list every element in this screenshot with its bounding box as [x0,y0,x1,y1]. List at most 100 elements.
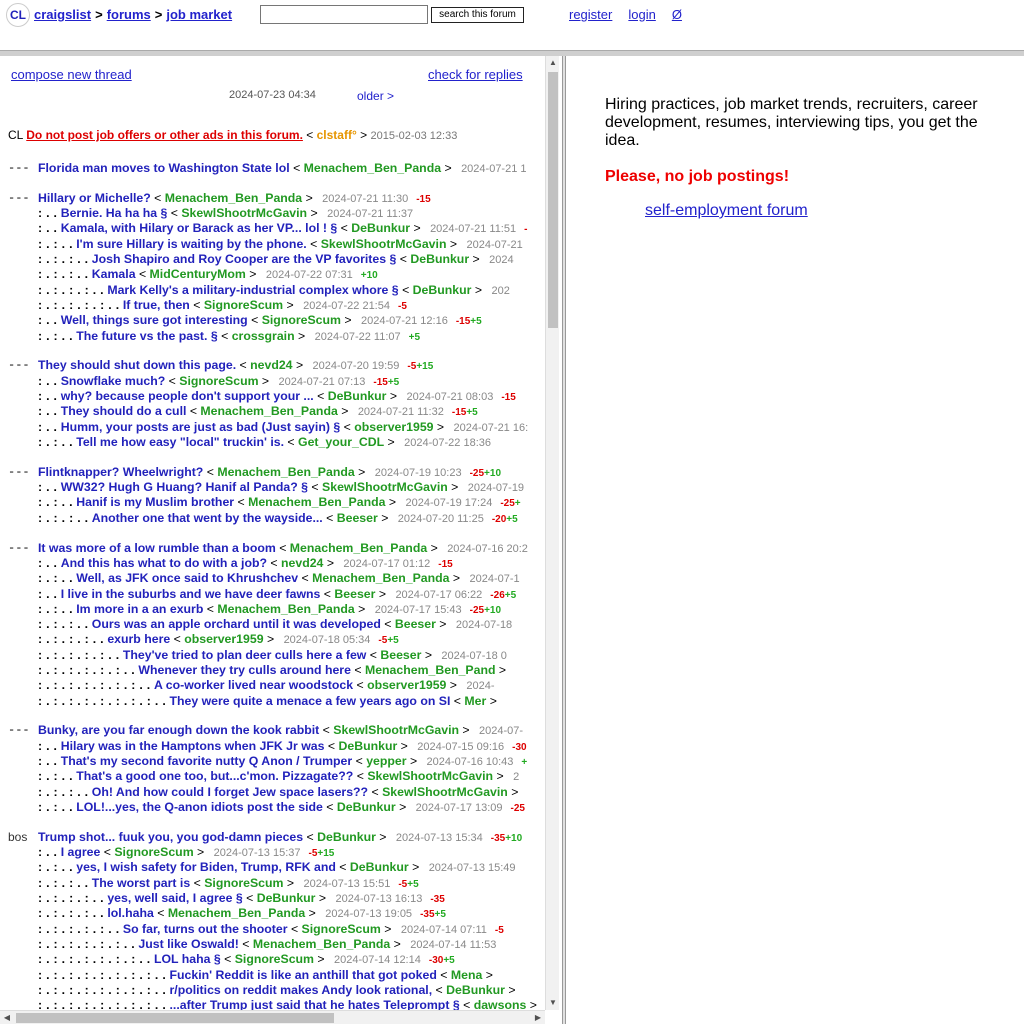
login-link[interactable]: login [628,7,655,22]
post-username[interactable]: Get_your_CDL [298,435,384,449]
post-username[interactable]: DeBunkur [350,860,409,874]
post-username[interactable]: dawsons [474,998,527,1010]
post-username[interactable]: SignoreScum [204,298,283,312]
post-username[interactable]: DeBunkur [410,252,469,266]
post-username[interactable]: Menachem_Ben_Panda [217,602,354,616]
post-username[interactable]: MidCenturyMom [150,267,246,281]
post-title-link[interactable]: They were quite a menace a few years ago… [170,694,451,708]
post-username[interactable]: Menachem_Ben_Panda [253,937,390,951]
post-title-link[interactable]: That's my second favorite nutty Q Anon /… [61,754,353,768]
post-username[interactable]: DeBunkur [257,891,316,905]
post-title-link[interactable]: Tell me how easy "local" truckin' is. [76,435,284,449]
post-username[interactable]: Mer [464,694,486,708]
post-title-link[interactable]: LOL!...yes, the Q-anon idiots post the s… [76,800,323,814]
post-username[interactable]: Menachem_Ben_Panda [168,906,305,920]
post-title-link[interactable]: Florida man moves to Washington State lo… [38,161,290,175]
post-username[interactable]: observer1959 [354,420,433,434]
post-title-link[interactable]: Another one that went by the wayside... [92,511,323,525]
search-input[interactable] [260,5,428,24]
post-title-link[interactable]: Hillary or Michelle? [38,191,151,205]
scroll-down-icon[interactable]: ▼ [546,996,560,1010]
post-username[interactable]: SignoreScum [204,876,283,890]
post-username[interactable]: DeBunkur [338,739,397,753]
post-title-link[interactable]: Just like Oswald! [138,937,238,951]
post-username[interactable]: SkewlShootrMcGavin [181,206,307,220]
post-title-link[interactable]: Oh! And how could I forget Jew space las… [92,785,368,799]
post-title-link[interactable]: exurb here [107,632,170,646]
post-title-link[interactable]: Josh Shapiro and Roy Cooper are the VP f… [92,252,397,266]
post-username[interactable]: SignoreScum [262,313,341,327]
post-username[interactable]: observer1959 [184,632,263,646]
post-username[interactable]: yepper [366,754,406,768]
post-title-link[interactable]: It was more of a low rumble than a boom [38,541,276,555]
post-title-link[interactable]: Fuckin' Reddit is like an anthill that g… [170,968,437,982]
post-title-link[interactable]: And this has what to do with a job? [61,556,267,570]
post-username[interactable]: SkewlShootrMcGavin [321,237,447,251]
post-title-link[interactable]: Im more in a an exurb [76,602,203,616]
post-title-link[interactable]: Bunky, are you far enough down the kook … [38,723,319,737]
scroll-up-icon[interactable]: ▲ [546,56,560,70]
vertical-scrollbar[interactable]: ▲ ▼ [545,56,559,1010]
post-title-link[interactable]: LOL haha § [154,952,221,966]
post-title-link[interactable]: A co-worker lived near woodstock [154,678,353,692]
scroll-left-icon[interactable]: ◀ [0,1011,14,1024]
post-username[interactable]: SignoreScum [302,922,381,936]
post-username[interactable]: Menachem_Ben_Panda [312,571,449,585]
post-username[interactable]: DeBunkur [351,221,410,235]
post-username[interactable]: Menachem_Ben_Panda [290,541,427,555]
post-title-link[interactable]: If true, then [123,298,190,312]
post-username[interactable]: Menachem_Ben_Panda [248,495,385,509]
post-title-link[interactable]: Bernie. Ha ha ha § [61,206,168,220]
post-title-link[interactable]: I'm sure Hillary is waiting by the phone… [76,237,306,251]
post-username[interactable]: nevd24 [281,556,323,570]
post-title-link[interactable]: Well, as JFK once said to Khrushchev [76,571,298,585]
post-title-link[interactable]: lol.haha [107,906,153,920]
post-title-link[interactable]: Kamala, with Hilary or Barack as her VP.… [61,221,338,235]
post-title-link[interactable]: They've tried to plan deer culls here a … [123,648,366,662]
search-button[interactable]: search this forum [431,7,524,23]
post-username[interactable]: SkewlShootrMcGavin [322,480,448,494]
post-title-link[interactable]: The worst part is [92,876,190,890]
post-title-link[interactable]: Snowflake much? [61,374,166,388]
post-username[interactable]: SignoreScum [179,374,258,388]
post-title-link[interactable]: Trump shot... fuuk you, you god-damn pie… [38,830,303,844]
craigslist-logo[interactable]: CL [6,3,30,27]
breadcrumb-craigslist[interactable]: craigslist [34,7,91,22]
post-username[interactable]: SignoreScum [235,952,314,966]
post-title-link[interactable]: Ours was an apple orchard until it was d… [92,617,381,631]
post-title-link[interactable]: r/politics on reddit makes Andy look rat… [170,983,433,997]
post-username[interactable]: DeBunkur [337,800,396,814]
register-link[interactable]: register [569,7,612,22]
post-title-link[interactable]: why? because people don't support your .… [61,389,314,403]
post-username[interactable]: Menachem_Ben_Panda [304,161,441,175]
post-title-link[interactable]: WW32? Hugh G Huang? Hanif al Panda? § [61,480,308,494]
post-title-link[interactable]: I agree [61,845,101,859]
staff-username[interactable]: clstaff° [317,128,357,142]
post-username[interactable]: SignoreScum [114,845,193,859]
post-username[interactable]: DeBunkur [413,283,472,297]
post-title-link[interactable]: Whenever they try culls around here [138,663,351,677]
post-username[interactable]: SkewlShootrMcGavin [382,785,508,799]
older-link[interactable]: older > [357,89,394,103]
compose-new-thread-link[interactable]: compose new thread [11,67,132,82]
post-username[interactable]: Beeser [395,617,436,631]
horizontal-scroll-thumb[interactable] [16,1013,334,1023]
post-title-link[interactable]: yes, well said, I agree § [107,891,242,905]
post-title-link[interactable]: The future vs the past. § [76,329,217,343]
post-username[interactable]: SkewlShootrMcGavin [333,723,459,737]
post-username[interactable]: Beeser [380,648,421,662]
scroll-right-icon[interactable]: ▶ [531,1011,545,1024]
post-title-link[interactable]: I live in the suburbs and we have deer f… [61,587,321,601]
vertical-scroll-thumb[interactable] [548,72,558,328]
post-username[interactable]: crossgrain [232,329,295,343]
post-username[interactable]: Menachem_Ben_Panda [200,404,337,418]
post-username[interactable]: Beeser [337,511,378,525]
post-username[interactable]: Menachem_Ben_Panda [165,191,302,205]
staff-notice-link[interactable]: Do not post job offers or other ads in t… [26,128,303,142]
post-username[interactable]: DeBunkur [446,983,505,997]
post-title-link[interactable]: They should shut down this page. [38,358,236,372]
post-title-link[interactable]: So far, turns out the shooter [123,922,288,936]
breadcrumb-job-market[interactable]: job market [166,7,232,22]
post-title-link[interactable]: Mark Kelly's a military-industrial compl… [107,283,398,297]
breadcrumb-forums[interactable]: forums [107,7,151,22]
